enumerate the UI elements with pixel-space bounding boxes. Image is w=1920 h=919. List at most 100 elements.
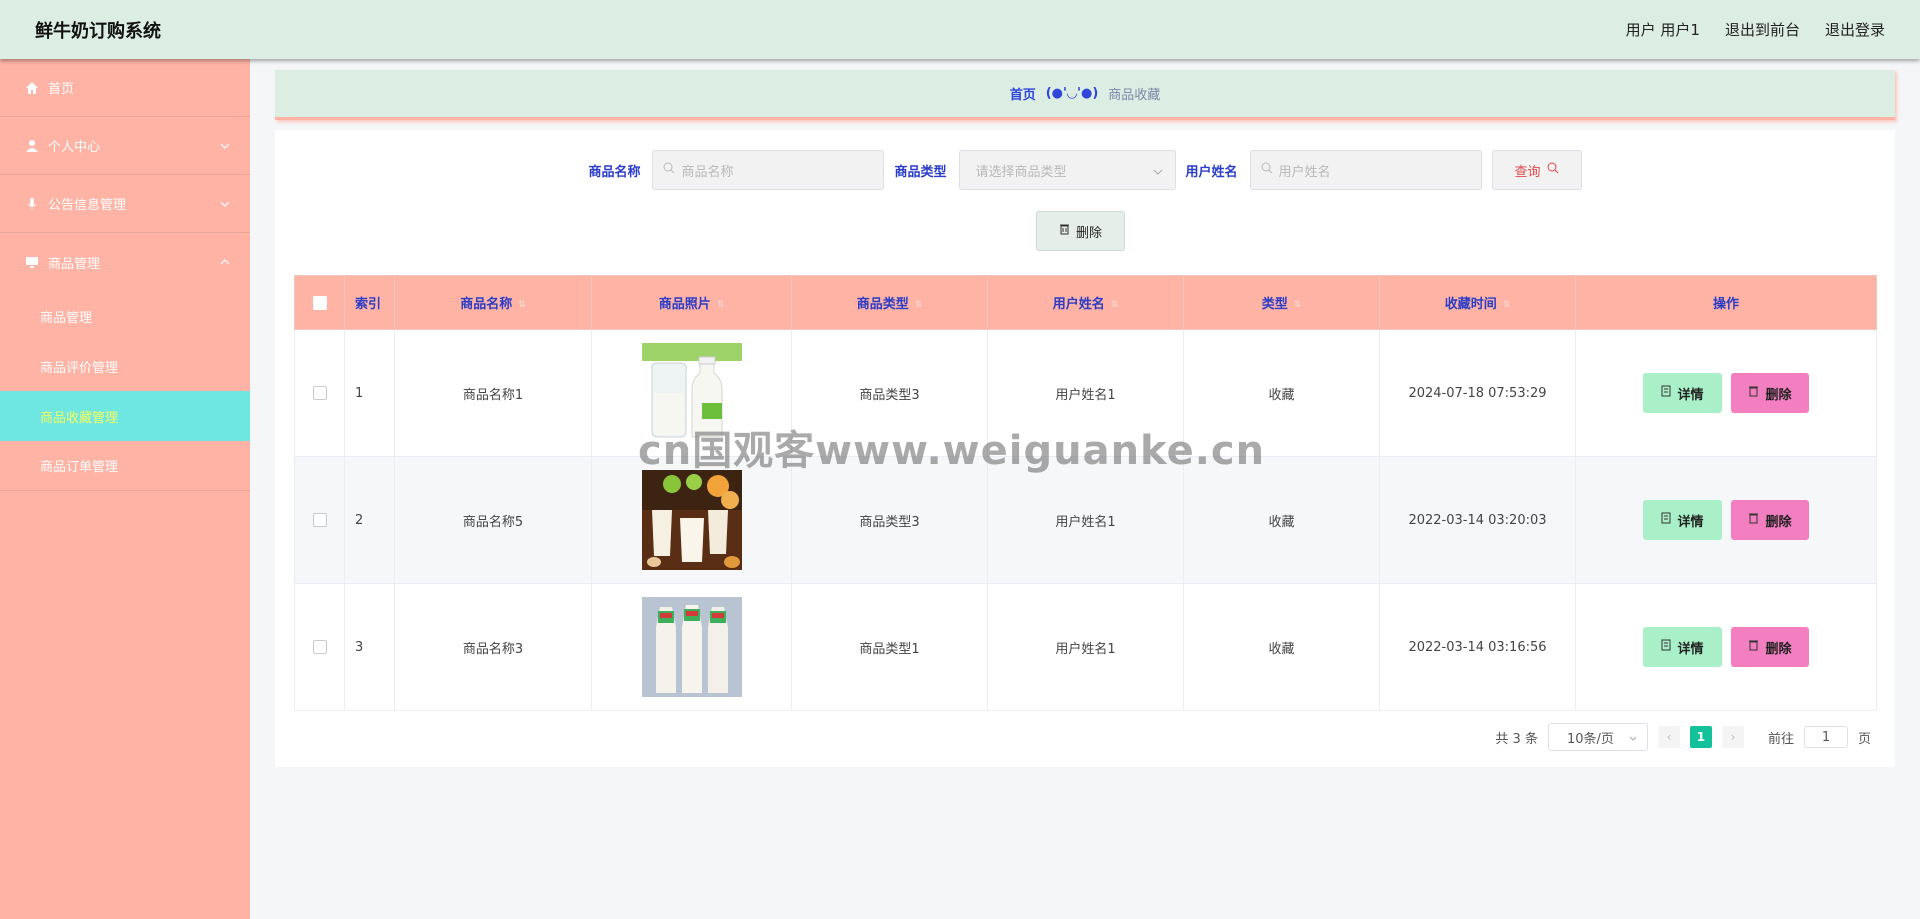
sidebar-item-label: 公告信息管理 (48, 198, 127, 213)
cell-name: 商品名称5 (394, 456, 592, 584)
sidebar-item-personal[interactable]: 个人中心 (0, 117, 250, 175)
trash-icon (1748, 385, 1759, 401)
table-row: 1 商品名称1 商品类型3 用户姓名1 收藏 2024-07-18 07:53:… (294, 329, 1877, 457)
product-photo (641, 597, 742, 697)
cell-user: 用户姓名1 (987, 329, 1184, 457)
cell-photo[interactable] (591, 456, 792, 584)
row-checkbox[interactable] (294, 583, 345, 711)
sidebar-item-home[interactable]: 首页 (0, 59, 250, 117)
chevron-down-icon (220, 138, 230, 153)
select-all-checkbox[interactable] (294, 275, 345, 330)
user-placeholder: 用户姓名 (1278, 164, 1331, 180)
sidebar-sub-goods[interactable]: 商品管理 (0, 291, 250, 341)
col-user[interactable]: 用户姓名 ⇅ (987, 275, 1184, 330)
type-label: 商品类型 (894, 164, 947, 180)
cell-kind: 收藏 (1183, 583, 1380, 711)
page-size-select[interactable]: 10条/页 (1547, 723, 1648, 751)
page-number-current[interactable]: 1 (1689, 726, 1712, 748)
header-links: 用户 用户1 退出到前台 退出登录 (1626, 19, 1885, 40)
chevron-up-icon (220, 254, 230, 269)
breadcrumb-current: 商品收藏 (1108, 88, 1161, 103)
search-icon (1547, 162, 1559, 178)
user-icon (24, 138, 40, 154)
query-button[interactable]: 查询 (1491, 150, 1582, 190)
chevron-down-icon (1629, 730, 1637, 745)
page-unit: 页 (1857, 731, 1871, 747)
delete-label: 删除 (1765, 641, 1792, 657)
delete-label: 删除 (1765, 387, 1792, 403)
detail-button[interactable]: 详情 (1643, 373, 1722, 413)
cell-name: 商品名称1 (394, 329, 592, 457)
cell-photo[interactable] (591, 329, 792, 457)
sidebar-sub-reviews[interactable]: 商品评价管理 (0, 341, 250, 391)
cell-kind: 收藏 (1183, 329, 1380, 457)
table-row: 2 商品名称5 商品类型3 用户姓名1 收藏 2022-03-14 03:20:… (294, 456, 1877, 584)
prev-page-button[interactable]: ‹ (1657, 726, 1680, 748)
cell-time: 2022-03-14 03:20:03 (1379, 456, 1576, 584)
col-actions: 操作 (1575, 275, 1877, 330)
document-icon (1661, 385, 1671, 401)
sidebar-item-label: 个人中心 (48, 140, 101, 155)
breadcrumb: 首页 (●'◡'●) 商品收藏 (275, 70, 1895, 120)
document-icon (1661, 639, 1671, 655)
search-icon (663, 162, 675, 178)
table-header-row: 索引 商品名称 ⇅ 商品照片 ⇅ 商品类型 ⇅ 用户姓名 ⇅ 类型 ⇅ 收藏时间 ⇅ 操作 (294, 275, 1877, 330)
delete-label: 删除 (1765, 514, 1792, 530)
cell-type: 商品类型1 (791, 583, 988, 711)
exit-to-front-link[interactable]: 退出到前台 (1725, 19, 1800, 40)
cell-actions: 详情 删除 (1575, 583, 1877, 711)
document-icon (1661, 512, 1671, 528)
name-placeholder: 商品名称 (681, 164, 734, 180)
col-type[interactable]: 商品类型 ⇅ (791, 275, 988, 330)
sort-icon: ⇅ (1110, 299, 1119, 310)
name-label: 商品名称 (588, 164, 641, 180)
top-header: 鲜牛奶订购系统 用户 用户1 退出到前台 退出登录 (0, 0, 1920, 59)
name-search-input[interactable]: 商品名称 (652, 150, 885, 190)
col-kind[interactable]: 类型 ⇅ (1183, 275, 1380, 330)
breadcrumb-home[interactable]: 首页 (1010, 84, 1036, 103)
search-icon (1261, 162, 1273, 178)
next-page-button[interactable]: › (1721, 726, 1744, 748)
goto-page-input[interactable]: 1 (1803, 726, 1848, 748)
sidebar-sub-favorites[interactable]: 商品收藏管理 (0, 391, 250, 441)
sidebar-item-goods[interactable]: 商品管理 (0, 233, 250, 291)
batch-delete-label: 删除 (1075, 225, 1102, 241)
detail-label: 详情 (1677, 641, 1704, 657)
sidebar-item-label: 首页 (48, 82, 75, 97)
chevron-down-icon (220, 196, 230, 211)
sort-icon: ⇅ (716, 299, 725, 310)
detail-label: 详情 (1677, 514, 1704, 530)
cell-actions: 详情 删除 (1575, 456, 1877, 584)
delete-button[interactable]: 删除 (1731, 500, 1809, 540)
detail-button[interactable]: 详情 (1643, 500, 1722, 540)
sidebar-item-notice[interactable]: 公告信息管理 (0, 175, 250, 233)
microphone-icon (24, 196, 40, 212)
cell-photo[interactable] (591, 583, 792, 711)
cell-index: 3 (344, 583, 395, 711)
row-checkbox[interactable] (294, 456, 345, 584)
logout-link[interactable]: 退出登录 (1825, 19, 1885, 40)
col-photo[interactable]: 商品照片 ⇅ (591, 275, 792, 330)
product-photo (641, 343, 742, 443)
current-user: 用户 用户1 (1625, 21, 1700, 39)
delete-button[interactable]: 删除 (1731, 373, 1809, 413)
sort-icon: ⇅ (518, 299, 526, 310)
type-placeholder: 请选择商品类型 (975, 164, 1067, 180)
col-time[interactable]: 收藏时间 ⇅ (1379, 275, 1576, 330)
cell-time: 2024-07-18 07:53:29 (1379, 329, 1576, 457)
goto-label: 前往 (1767, 731, 1794, 747)
sidebar-sub-orders[interactable]: 商品订单管理 (0, 441, 250, 491)
batch-delete-button[interactable]: 删除 (1036, 211, 1125, 251)
cell-kind: 收藏 (1183, 456, 1380, 584)
row-checkbox[interactable] (294, 329, 345, 457)
favorites-table: 索引 商品名称 ⇅ 商品照片 ⇅ 商品类型 ⇅ 用户姓名 ⇅ 类型 ⇅ 收藏时间 ⇅ 操作 … (294, 275, 1877, 711)
cell-user: 用户姓名1 (987, 583, 1184, 711)
page-size-value: 10条/页 (1566, 731, 1614, 747)
detail-button[interactable]: 详情 (1643, 627, 1722, 667)
type-select[interactable]: 请选择商品类型 (958, 150, 1176, 190)
cell-actions: 详情 删除 (1575, 329, 1877, 457)
user-search-input[interactable]: 用户姓名 (1249, 150, 1482, 190)
chevron-down-icon (1153, 164, 1163, 179)
col-name[interactable]: 商品名称 ⇅ (394, 275, 592, 330)
delete-button[interactable]: 删除 (1731, 627, 1809, 667)
